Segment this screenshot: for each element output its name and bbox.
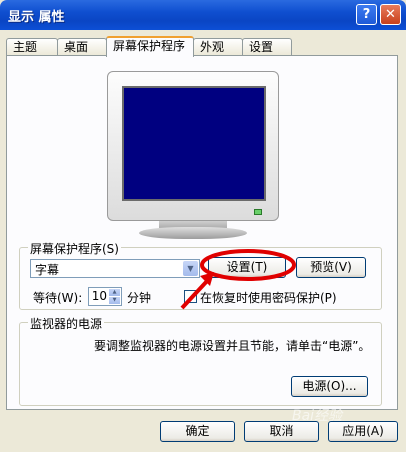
screensaver-select[interactable]: 字幕 ▼ — [30, 259, 200, 278]
tab-screensaver[interactable]: 屏幕保护程序 — [106, 36, 194, 57]
tab-settings[interactable]: 设置 — [242, 38, 292, 55]
title-bar[interactable]: 显示 属性 ? ✕ — [0, 0, 406, 30]
stepper-down-icon[interactable]: ▼ — [109, 297, 120, 304]
stepper-up-icon[interactable]: ▲ — [109, 289, 120, 296]
monitor-screen — [122, 86, 266, 201]
power-description: 要调整监视器的电源设置并且节能，请单击“电源”。 — [94, 339, 371, 353]
display-properties-window: 显示 属性 ? ✕ 主题 桌面 屏幕保护程序 外观 设置 屏幕保护程序(S) 字… — [0, 0, 406, 452]
screensaver-select-value: 字幕 — [35, 263, 60, 277]
watermark-logo: Bai经验 — [292, 408, 343, 424]
preview-button[interactable]: 预览(V) — [296, 257, 366, 278]
monitor-bezel — [107, 71, 279, 221]
tab-desktop[interactable]: 桌面 — [57, 38, 107, 55]
stepper-buttons: ▲ ▼ — [109, 289, 120, 304]
wait-minutes-stepper[interactable]: 10 ▲ ▼ — [88, 287, 122, 306]
minutes-label: 分钟 — [127, 291, 152, 305]
power-button[interactable]: 电源(O)... — [291, 376, 368, 397]
password-checkbox-label[interactable]: 在恢复时使用密码保护(P) — [200, 289, 337, 306]
monitor-preview — [107, 71, 279, 239]
close-button[interactable]: ✕ — [380, 4, 401, 25]
power-led-icon — [254, 209, 262, 215]
help-button[interactable]: ? — [356, 4, 377, 25]
screensaver-group-title: 屏幕保护程序(S) — [28, 240, 121, 257]
settings-button[interactable]: 设置(T) — [208, 257, 286, 278]
window-title: 显示 属性 — [8, 10, 65, 25]
monitor-stand — [139, 227, 247, 239]
wait-minutes-value[interactable]: 10 — [92, 289, 107, 303]
tab-themes[interactable]: 主题 — [6, 38, 58, 55]
red-arrow-icon — [180, 272, 214, 310]
tab-appearance[interactable]: 外观 — [193, 38, 243, 55]
ok-button[interactable]: 确定 — [160, 421, 235, 442]
wait-label: 等待(W): — [33, 291, 83, 305]
monitor-power-group-title: 监视器的电源 — [28, 315, 105, 332]
